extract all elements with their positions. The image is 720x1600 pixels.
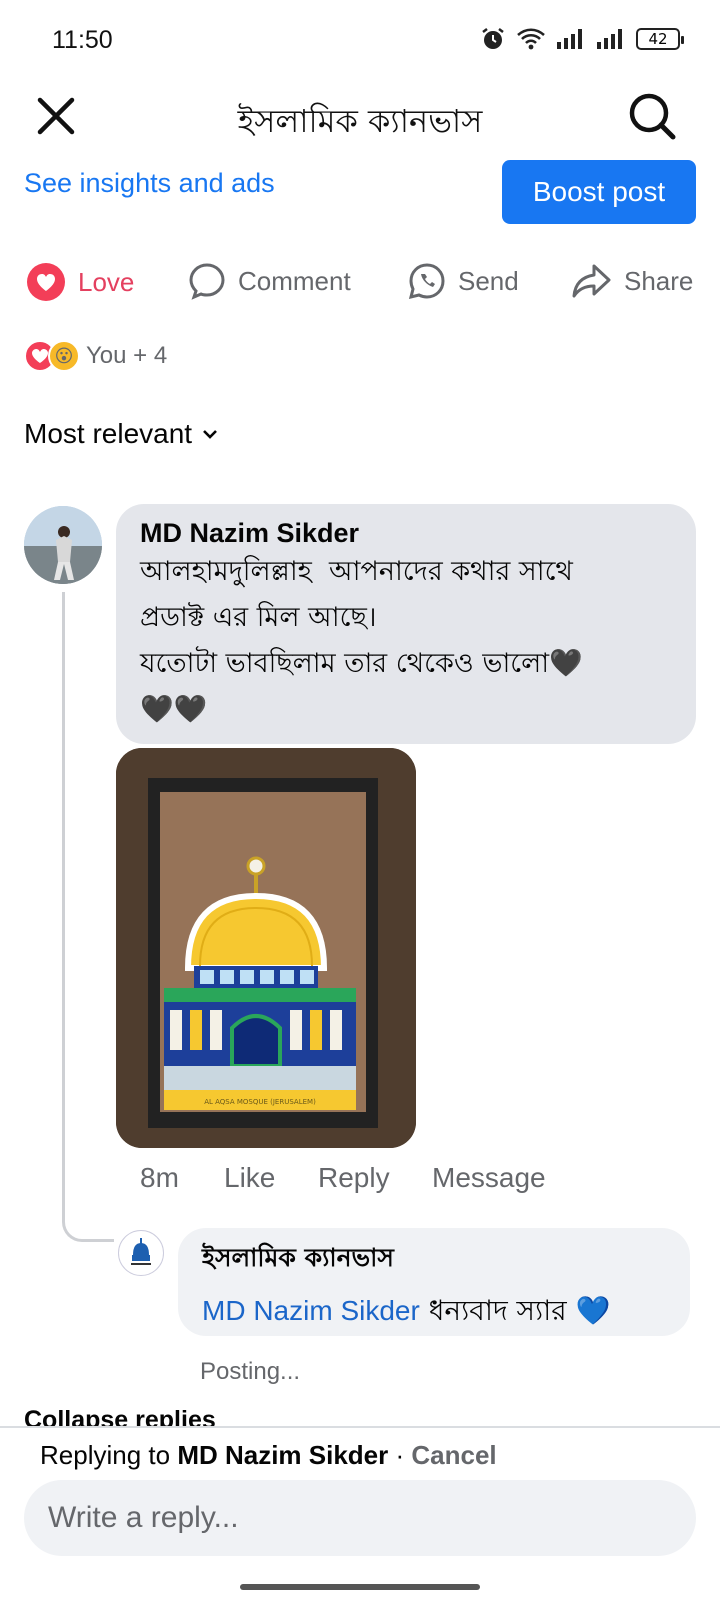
share-icon	[572, 264, 611, 298]
replying-prefix: Replying to	[40, 1440, 178, 1470]
avatar[interactable]	[24, 506, 102, 584]
status-icons: 42	[480, 26, 684, 52]
comment-label: Comment	[238, 265, 351, 296]
love-reaction-icon	[27, 263, 65, 301]
love-label: Love	[78, 266, 135, 297]
reply-button[interactable]: Reply	[318, 1162, 390, 1194]
message-button[interactable]: Message	[432, 1162, 546, 1194]
reply-text: MD Nazim Sikder ধন্যবাদ স্যার 💙	[202, 1289, 666, 1336]
battery-indicator: 42	[636, 28, 684, 50]
sort-dropdown[interactable]: Most relevant	[24, 418, 218, 450]
share-button[interactable]: Share	[572, 262, 693, 300]
love-button[interactable]: Love	[26, 262, 134, 302]
collapse-replies-button[interactable]: Collapse replies	[24, 1406, 216, 1428]
send-label: Send	[458, 265, 519, 296]
replying-name: MD Nazim Sikder	[177, 1440, 389, 1470]
chevron-down-icon	[203, 430, 217, 439]
home-indicator[interactable]	[240, 1584, 480, 1590]
comment-time: 8m	[140, 1162, 179, 1193]
sort-label: Most relevant	[24, 418, 193, 449]
wifi-icon	[517, 28, 545, 50]
search-icon	[629, 93, 676, 140]
page-title: ইসলামিক ক্যানভাস	[237, 102, 483, 140]
share-label: Share	[624, 265, 694, 296]
reply-bubble[interactable]: ইসলামিক ক্যানভাস MD Nazim Sikder ধন্যবাদ…	[178, 1228, 690, 1336]
signal-icon-1	[557, 29, 582, 49]
reply-message: ধন্যবাদ স্যার 💙	[419, 1294, 611, 1327]
page-avatar[interactable]	[118, 1230, 164, 1276]
send-button[interactable]: Send	[408, 262, 519, 300]
reactions-summary[interactable]: 😮 You + 4	[24, 340, 167, 372]
comment-bubble[interactable]: MD Nazim Sikder আলহামদুলিল্লাহ আপনাদের ক…	[116, 504, 696, 744]
boost-post-button[interactable]: Boost post	[502, 160, 696, 224]
comment-button[interactable]: Comment	[188, 262, 351, 300]
whatsapp-icon	[408, 263, 445, 300]
replying-separator: ·	[388, 1440, 412, 1470]
comment-text: আলহামদুলিল্লাহ আপনাদের কথার সাথে প্রডাক্…	[140, 556, 583, 725]
like-button[interactable]: Like	[224, 1162, 275, 1194]
posting-status: Posting...	[200, 1358, 301, 1385]
insights-link[interactable]: See insights and ads	[24, 168, 275, 199]
replying-to-bar: Replying to MD Nazim Sikder · Cancel	[40, 1440, 497, 1471]
comment-icon	[189, 263, 225, 300]
reply-author[interactable]: ইসলামিক ক্যানভাস	[202, 1238, 666, 1281]
cancel-reply-button[interactable]: Cancel	[411, 1440, 496, 1470]
photo-caption: AL AQSA MOSQUE (JERUSALEM)	[204, 1098, 316, 1106]
wow-reaction-icon: 😮	[48, 340, 80, 372]
reply-input[interactable]: Write a reply...	[24, 1480, 696, 1556]
comment-author[interactable]: MD Nazim Sikder	[140, 518, 672, 549]
search-button[interactable]	[628, 92, 678, 142]
reply-mention[interactable]: MD Nazim Sikder	[202, 1295, 420, 1326]
comment-photo[interactable]: AL AQSA MOSQUE (JERUSALEM)	[116, 748, 416, 1148]
status-time: 11:50	[52, 26, 113, 54]
reactions-count: You + 4	[86, 342, 168, 369]
alarm-icon	[482, 28, 504, 49]
signal-icon-2	[597, 29, 622, 49]
thread-line	[62, 592, 114, 1242]
